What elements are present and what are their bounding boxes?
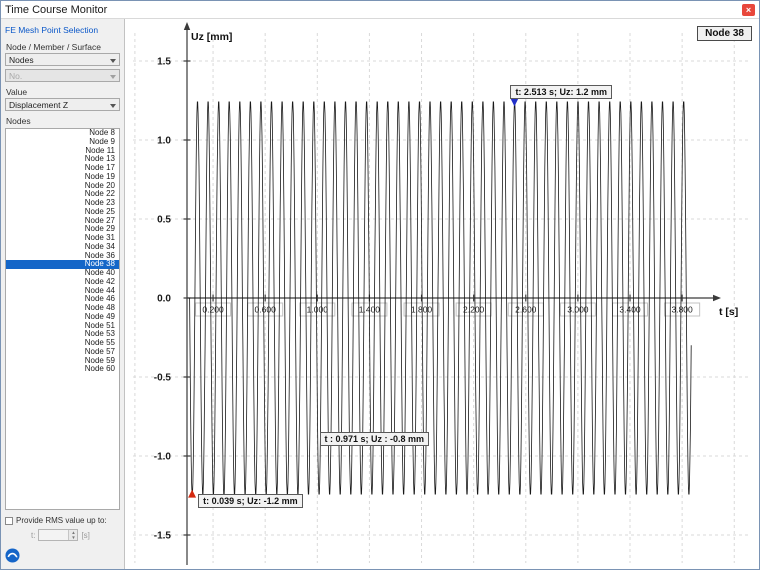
x-tick-label: 2.600 — [515, 305, 537, 315]
red-marker-icon[interactable] — [188, 489, 197, 498]
fe-mesh-point-selection-panel: FE Mesh Point Selection Node / Member / … — [1, 19, 125, 569]
section-title: FE Mesh Point Selection — [5, 25, 99, 35]
y-tick-label: 1.0 — [157, 136, 171, 147]
node-list-item[interactable]: Node 60 — [6, 364, 119, 374]
x-tick-label: 3.800 — [671, 305, 693, 315]
window-title: Time Course Monitor — [5, 3, 108, 16]
node-list[interactable]: Node 8 Node 9 Node 11 Node 13 Node 17 Node 19… — [5, 128, 120, 510]
number-select[interactable]: No. — [5, 69, 120, 82]
rms-checkbox[interactable] — [5, 516, 13, 525]
y-tick-label: 0.0 — [157, 294, 171, 305]
close-button[interactable]: × — [742, 3, 755, 16]
spinner-buttons[interactable]: ▲ ▼ — [68, 530, 78, 540]
value-label: Value — [6, 87, 28, 97]
x-tick-label: 2.200 — [463, 305, 485, 315]
rms-time-field[interactable] — [39, 530, 68, 540]
chevron-down-icon — [110, 58, 116, 63]
annotation-box[interactable]: t: 2.513 s; Uz: 1.2 mm — [510, 85, 612, 100]
y-tick-label: 0.5 — [157, 215, 171, 226]
x-axis-title: t [s] — [719, 306, 739, 318]
rms-t-label: t: — [31, 530, 36, 540]
y-axis-title: Uz [mm] — [191, 31, 233, 43]
node-type-value: Nodes — [9, 54, 34, 65]
chart-area[interactable]: 1.5 1.0 0.5 0.0 -0.5 -1.0 -1.5 0.200 0.600 1.000 1… — [125, 19, 759, 569]
x-tick-label: 1.800 — [411, 305, 433, 315]
rms-time-row: t: ▲ ▼ [s] — [5, 529, 120, 541]
node-badge: Node 38 — [697, 26, 752, 41]
blue-marker-icon[interactable] — [510, 98, 519, 107]
chevron-down-icon — [110, 74, 116, 79]
y-tick-label: -0.5 — [154, 373, 172, 384]
dlubal-info-icon[interactable] — [5, 548, 20, 563]
x-tick-label: 0.600 — [255, 305, 277, 315]
rms-row: Provide RMS value up to: — [5, 516, 120, 525]
spin-down-icon[interactable]: ▼ — [69, 535, 78, 540]
y-tick-label: -1.5 — [154, 531, 172, 542]
value-value: Displacement Z — [9, 99, 69, 110]
rms-time-input[interactable]: ▲ ▼ — [38, 529, 79, 541]
rms-unit-label: [s] — [81, 530, 90, 540]
y-axis-arrow-icon — [183, 22, 191, 30]
y-tick-label: 1.5 — [157, 57, 171, 68]
titlebar: Time Course Monitor × — [1, 1, 759, 19]
time-course-chart[interactable]: 1.51.00.50.0-0.5-1.0-1.50.200 0.600 1.000 1… — [125, 19, 759, 569]
number-placeholder: No. — [9, 70, 23, 81]
node-type-select[interactable]: Nodes — [5, 53, 120, 66]
chevron-down-icon — [110, 103, 116, 108]
window-body: FE Mesh Point Selection Node / Member / … — [1, 19, 759, 569]
annotation-box[interactable]: t: 0.039 s; Uz: -1.2 mm — [198, 493, 303, 508]
x-axis-arrow-icon — [713, 294, 721, 302]
annotation-box[interactable]: t : 0.971 s; Uz : -0.8 mm — [319, 432, 430, 447]
nodes-label: Nodes — [6, 116, 31, 126]
value-select[interactable]: Displacement Z — [5, 98, 120, 111]
node-member-surface-label: Node / Member / Surface — [6, 42, 101, 52]
x-tick-label: 1.000 — [307, 305, 329, 315]
time-course-monitor-window: Time Course Monitor × FE Mesh Point Sele… — [0, 0, 760, 570]
rms-checkbox-label: Provide RMS value up to: — [16, 516, 107, 525]
y-tick-label: -1.0 — [154, 452, 172, 463]
